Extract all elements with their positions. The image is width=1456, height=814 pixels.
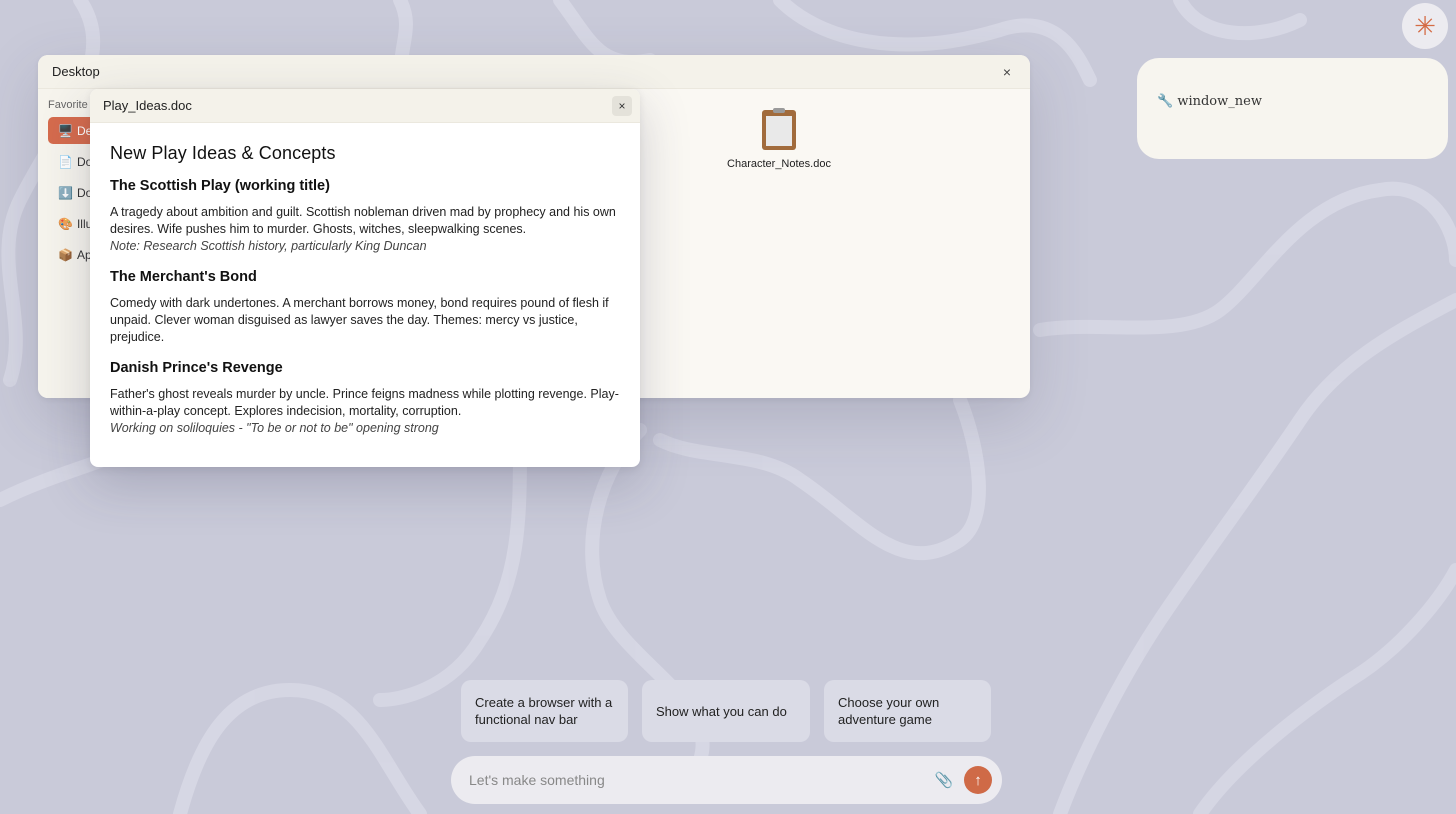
suggestion-browser-nav[interactable]: Create a browser with a functional nav b… [461,680,628,742]
doc-section: Danish Prince's Revenge Father's ghost r… [110,360,620,437]
download-icon: ⬇️ [58,185,73,200]
doc-section: The Merchant's Bond Comedy with dark und… [110,269,620,346]
doc-section: The Scottish Play (working title) A trag… [110,178,620,255]
tool-call-label: 🔧 window_new [1157,94,1262,109]
file-item-character-notes[interactable]: Character_Notes.doc [719,108,839,170]
section-body: Comedy with dark undertones. A merchant … [110,296,609,344]
doc-body: New Play Ideas & Concepts The Scottish P… [90,123,640,437]
doc-close-button[interactable]: × [612,95,632,116]
paperclip-icon[interactable]: 📎 [934,770,954,790]
document-icon: 📄 [58,154,73,169]
doc-titlebar[interactable]: Play_Ideas.doc × [90,89,640,123]
suggestion-show-capabilities[interactable]: Show what you can do [642,680,810,742]
desktop-window-title: Desktop [52,64,100,79]
sparkle-logo-icon[interactable]: ✳ [1402,3,1448,49]
doc-heading: New Play Ideas & Concepts [110,143,336,163]
section-note: Working on soliloquies - "To be or not t… [110,421,439,435]
desktop-titlebar[interactable]: Desktop × [38,55,1030,89]
section-title: The Merchant's Bond [110,269,257,285]
prompt-input[interactable] [469,772,934,788]
section-note: Note: Research Scottish history, particu… [110,239,427,253]
desktop-close-button[interactable]: × [998,63,1016,81]
doc-window: Play_Ideas.doc × New Play Ideas & Concep… [90,89,640,467]
clipboard-icon [762,108,796,150]
doc-window-title: Play_Ideas.doc [103,98,192,113]
section-body: A tragedy about ambition and guilt. Scot… [110,205,616,236]
palette-icon: 🎨 [58,216,73,231]
package-icon: 📦 [58,247,73,262]
section-title: Danish Prince's Revenge [110,360,283,376]
section-title: The Scottish Play (working title) [110,178,330,194]
desktop-icon: 🖥️ [58,123,73,138]
suggestion-adventure-game[interactable]: Choose your own adventure game [824,680,991,742]
prompt-bar: 📎 ↑ [451,756,1002,804]
file-name: Character_Notes.doc [727,158,831,170]
tool-call-panel: 🔧 window_new [1137,58,1448,159]
send-button[interactable]: ↑ [964,766,992,794]
section-body: Father's ghost reveals murder by uncle. … [110,387,619,418]
